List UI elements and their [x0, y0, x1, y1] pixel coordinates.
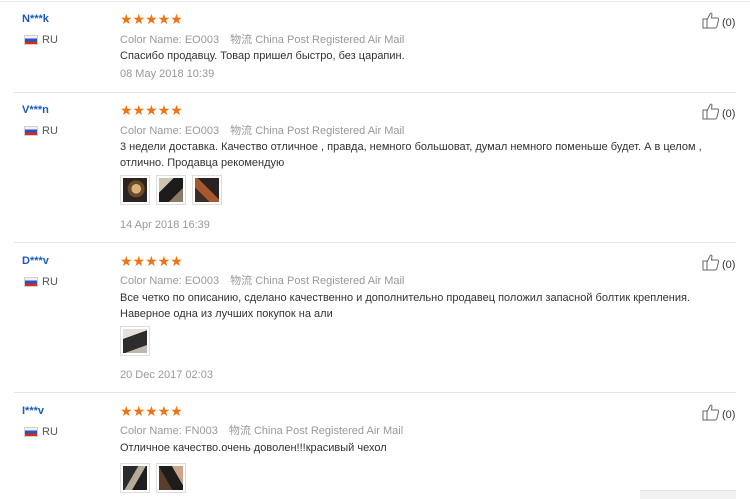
- review-attributes: Color Name: EO003 物流 China Post Register…: [120, 272, 404, 288]
- review-photo-thumbnail[interactable]: [120, 175, 150, 205]
- review-item: V***n RU ★★★★★ Color Name: EO003 物流 Chin…: [0, 93, 750, 243]
- helpful-count: (0): [722, 108, 736, 120]
- color-label: Color Name:: [120, 34, 182, 46]
- logistics-label: 物流: [228, 425, 251, 437]
- country-code: RU: [42, 426, 58, 438]
- logistics-label: 物流: [230, 34, 253, 46]
- star-rating: ★★★★★: [120, 11, 183, 27]
- review-attributes: Color Name: FN003 物流 China Post Register…: [120, 422, 403, 438]
- reviewer-name: I***v: [22, 405, 45, 417]
- logistics-value: China Post Registered Air Mail: [255, 34, 405, 46]
- thumbs-up-icon[interactable]: [702, 102, 720, 120]
- review-photo-thumbnail[interactable]: [192, 175, 222, 205]
- review-photo-thumbnail[interactable]: [120, 463, 150, 493]
- helpful-count: (0): [722, 17, 736, 29]
- reviewer-country: RU: [24, 34, 58, 46]
- russia-flag-icon: [24, 35, 38, 45]
- review-photo-thumbnail[interactable]: [156, 463, 186, 493]
- logistics-value: China Post Registered Air Mail: [253, 425, 404, 437]
- review-date: 20 Dec 2017 02:03: [120, 369, 213, 381]
- star-rating: ★★★★★: [120, 253, 183, 269]
- color-value: FN003: [184, 425, 218, 437]
- russia-flag-icon: [24, 277, 38, 287]
- country-code: RU: [42, 125, 58, 137]
- color-label: Color Name:: [120, 275, 182, 287]
- russia-flag-icon: [24, 126, 38, 136]
- logistics-label: 物流: [230, 125, 253, 137]
- review-text: Спасибо продавцу. Товар пришел быстро, б…: [120, 50, 405, 62]
- color-value: EO003: [184, 125, 220, 137]
- review-photo-thumbnail[interactable]: [156, 175, 186, 205]
- country-code: RU: [42, 276, 58, 288]
- review-item: D***v RU ★★★★★ Color Name: EO003 物流 Chin…: [0, 243, 750, 393]
- review-item: N***k RU ★★★★★ Color Name: EO003 物流 Chin…: [0, 0, 750, 93]
- star-rating: ★★★★★: [120, 403, 183, 419]
- thumbs-up-icon[interactable]: [702, 253, 720, 271]
- helpful-button[interactable]: (0): [702, 253, 735, 271]
- helpful-button[interactable]: (0): [702, 403, 735, 421]
- reviewer-name: D***v: [22, 255, 49, 267]
- review-attributes: Color Name: EO003 物流 China Post Register…: [120, 31, 404, 47]
- review-text: 3 недели доставка. Качество отличное , п…: [120, 141, 702, 169]
- review-date: 14 Apr 2018 16:39: [120, 219, 210, 231]
- reviewer-name: V***n: [22, 104, 49, 116]
- thumbs-up-icon[interactable]: [702, 11, 720, 29]
- reviewer-country: RU: [24, 276, 58, 288]
- helpful-count: (0): [722, 259, 736, 271]
- logistics-value: China Post Registered Air Mail: [255, 275, 405, 287]
- color-value: EO003: [184, 275, 220, 287]
- color-value: EO003: [184, 34, 220, 46]
- reviewer-name: N***k: [22, 13, 49, 25]
- reviewer-country: RU: [24, 125, 58, 137]
- review-photos: [120, 463, 192, 493]
- logistics-value: China Post Registered Air Mail: [255, 125, 405, 137]
- review-attributes: Color Name: EO003 物流 China Post Register…: [120, 122, 404, 138]
- review-text: Все четко по описанию, сделано качествен…: [120, 292, 690, 320]
- star-rating: ★★★★★: [120, 102, 183, 118]
- country-code: RU: [42, 34, 58, 46]
- review-date: 08 May 2018 10:39: [120, 68, 215, 80]
- color-label: Color Name:: [120, 425, 182, 437]
- reviewer-country: RU: [24, 426, 58, 438]
- helpful-count: (0): [722, 409, 736, 421]
- thumbs-up-icon[interactable]: [702, 403, 720, 421]
- review-photos: [120, 326, 156, 356]
- review-photo-thumbnail[interactable]: [120, 326, 150, 356]
- helpful-button[interactable]: (0): [702, 102, 735, 120]
- review-text: Отличное качество.очень доволен!!!красив…: [120, 442, 387, 454]
- review-item: I***v RU ★★★★★ Color Name: FN003 物流 Chin…: [0, 393, 750, 498]
- russia-flag-icon: [24, 427, 38, 437]
- color-label: Color Name:: [120, 125, 182, 137]
- review-photos: [120, 175, 228, 205]
- logistics-label: 物流: [230, 275, 253, 287]
- helpful-button[interactable]: (0): [702, 11, 735, 29]
